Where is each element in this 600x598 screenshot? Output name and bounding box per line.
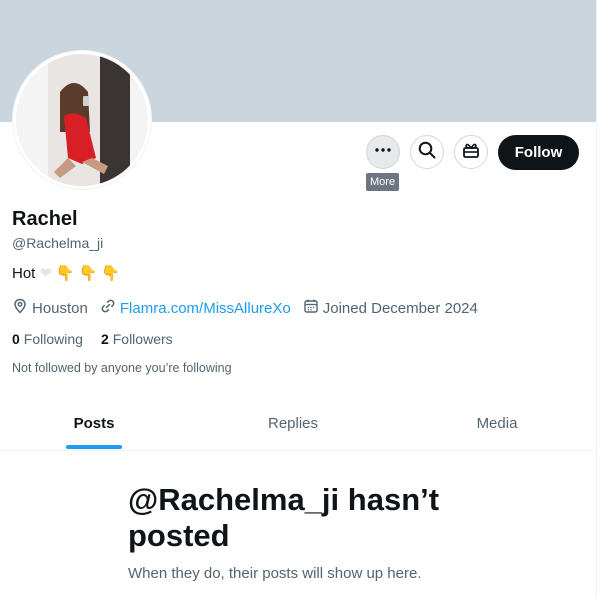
website-link[interactable]: Flamra.com/MissAllureXo — [120, 300, 291, 317]
follow-counts: 0 Following 2 Followers — [12, 331, 191, 347]
search-button[interactable] — [410, 135, 444, 169]
following-count: 0 — [12, 331, 20, 347]
join-date: Joined December 2024 — [303, 298, 478, 318]
profile-tabs: Posts Replies Media — [0, 396, 596, 451]
profile-name: Rachel — [12, 208, 78, 230]
profile-bio: Hot ❤ 👇 👇 👇 — [12, 265, 120, 282]
avatar[interactable] — [12, 50, 152, 190]
link-icon — [100, 298, 120, 318]
following-label: Following — [23, 331, 83, 347]
calendar-icon — [303, 298, 323, 318]
search-icon — [418, 141, 436, 164]
more-icon — [374, 141, 392, 164]
empty-state-subtitle: When they do, their posts will show up h… — [128, 565, 422, 582]
pointing-down-emoji: 👇 — [101, 265, 120, 282]
follow-button[interactable]: Follow — [498, 135, 579, 170]
tab-replies[interactable]: Replies — [188, 396, 398, 450]
followers-count: 2 — [100, 331, 109, 347]
column-divider — [596, 0, 597, 598]
gift-button[interactable] — [454, 135, 488, 169]
not-followed-notice: Not followed by anyone you’re following — [12, 361, 232, 375]
active-tab-indicator — [66, 445, 122, 449]
empty-state-title: @Rachelma_ji hasn’t posted — [128, 482, 440, 553]
bio-text: Hot — [12, 265, 36, 282]
followers-label: Followers — [112, 331, 173, 347]
pointing-down-emoji: 👇 — [55, 265, 75, 282]
location: Houston — [12, 298, 88, 318]
tab-media[interactable]: Media — [398, 396, 596, 450]
tab-posts[interactable]: Posts — [0, 396, 188, 450]
followers-link[interactable]: 2 Followers — [101, 331, 173, 347]
avatar-photo — [16, 54, 148, 186]
location-text: Houston — [32, 299, 88, 317]
profile-meta: Houston Flamra.com/MissAllureXo Joined D… — [12, 298, 490, 318]
join-date-text: Joined December 2024 — [322, 299, 478, 317]
white-heart-emoji: ❤ — [39, 265, 52, 282]
location-icon — [12, 298, 32, 318]
website[interactable]: Flamra.com/MissAllureXo — [100, 298, 291, 318]
profile-handle: @Rachelma_ji — [12, 235, 104, 251]
following-link[interactable]: 0 Following — [12, 331, 83, 347]
pointing-down-emoji: 👇 — [78, 265, 98, 282]
more-button[interactable] — [366, 135, 400, 169]
gift-icon — [462, 141, 480, 164]
more-tooltip: More — [366, 173, 400, 191]
